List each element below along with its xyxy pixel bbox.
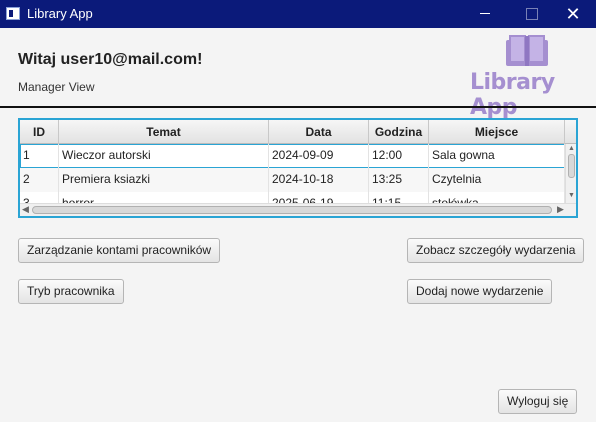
close-button[interactable]: ✕ — [550, 0, 596, 28]
add-event-button[interactable]: Dodaj nowe wydarzenie — [407, 279, 553, 304]
cell-miejsce: Czytelnia — [429, 168, 565, 192]
table-header: ID Temat Data Godzina Miejsce — [20, 120, 576, 144]
employee-mode-button[interactable]: Tryb pracownika — [18, 279, 124, 304]
app-window-icon — [6, 7, 20, 20]
column-header-temat[interactable]: Temat — [59, 120, 269, 144]
greeting-heading: Witaj user10@mail.com! — [18, 51, 203, 68]
horizontal-scroll-thumb[interactable] — [32, 206, 552, 214]
window-title: Library App — [27, 6, 93, 21]
cell-godzina: 12:00 — [369, 144, 429, 168]
scroll-up-icon[interactable]: ▲ — [568, 145, 575, 152]
vertical-scroll-thumb[interactable] — [568, 154, 575, 178]
scroll-left-icon[interactable]: ◀ — [22, 204, 29, 215]
cell-miejsce: Sala gowna — [429, 144, 565, 168]
cell-id: 1 — [20, 144, 59, 168]
horizontal-scrollbar[interactable]: ◀ ▶ — [20, 203, 576, 216]
table-row[interactable]: 2 Premiera ksiazki 2024-10-18 13:25 Czyt… — [20, 168, 565, 192]
cell-id: 2 — [20, 168, 59, 192]
column-header-miejsce[interactable]: Miejsce — [429, 120, 565, 144]
view-subtitle: Manager View — [18, 80, 95, 94]
cell-temat: Premiera ksiazki — [59, 168, 269, 192]
column-header-data[interactable]: Data — [269, 120, 369, 144]
logo-text: Library App — [470, 70, 555, 120]
event-details-button[interactable]: Zobacz szczegóły wydarzenia — [407, 238, 585, 263]
app-logo: Library App — [470, 32, 588, 120]
scroll-right-icon[interactable]: ▶ — [557, 204, 564, 215]
maximize-button[interactable] — [508, 0, 554, 28]
minimize-button[interactable] — [462, 0, 508, 28]
cell-data: 2024-09-09 — [269, 144, 369, 168]
column-header-godzina[interactable]: Godzina — [369, 120, 429, 144]
cell-temat: Wieczor autorski — [59, 144, 269, 168]
cell-godzina: 13:25 — [369, 168, 429, 192]
vertical-scrollbar[interactable]: ▲ ▼ — [565, 144, 576, 203]
column-header-id[interactable]: ID — [20, 120, 59, 144]
scroll-down-icon[interactable]: ▼ — [568, 192, 575, 199]
title-bar: Library App ✕ — [0, 0, 596, 28]
header-divider — [0, 106, 596, 108]
table-row[interactable]: 1 Wieczor autorski 2024-09-09 12:00 Sala… — [20, 144, 565, 168]
manage-accounts-button[interactable]: Zarządzanie kontami pracowników — [18, 238, 221, 263]
events-table[interactable]: ID Temat Data Godzina Miejsce 1 Wieczor … — [18, 118, 578, 218]
book-icon — [506, 35, 548, 66]
logout-button[interactable]: Wyloguj się — [498, 389, 578, 414]
cell-data: 2024-10-18 — [269, 168, 369, 192]
